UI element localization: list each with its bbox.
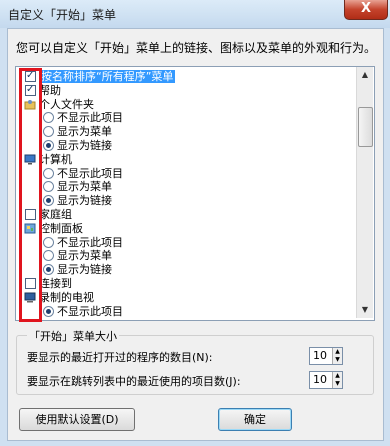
list-item[interactable]: 不显示此项目 <box>16 167 356 180</box>
stepper-down-icon[interactable]: ▼ <box>333 356 342 364</box>
radio-button[interactable] <box>43 236 54 248</box>
list-item[interactable]: 显示为链接 <box>16 139 356 152</box>
radio-button[interactable] <box>43 264 54 276</box>
radio-button[interactable] <box>43 305 54 317</box>
list-item-label: 控制面板 <box>39 221 83 235</box>
recent-programs-label: 要显示的最近打开过的程序的数目(N): <box>27 351 213 364</box>
highlight-annotation-box <box>19 68 42 322</box>
description-text: 您可以自定义「开始」菜单上的链接、图标以及菜单的外观和行为。 <box>16 41 377 55</box>
list-item-label: 不显示此项目 <box>57 304 123 318</box>
radio-button[interactable] <box>43 112 54 124</box>
list-item-label: 按名称排序“所有程序”菜单 <box>39 70 176 83</box>
list-item[interactable]: 不显示此项目 <box>16 236 356 249</box>
radio-button[interactable] <box>43 167 54 179</box>
jump-list-stepper[interactable]: 10 ▲ ▼ <box>309 371 343 389</box>
list-item[interactable]: 按名称排序“所有程序”菜单 <box>16 69 356 83</box>
list-item-label: 不显示此项目 <box>57 111 123 125</box>
list-item[interactable]: 不显示此项目 <box>16 305 356 318</box>
list-item[interactable]: 显示为菜单 <box>16 180 356 193</box>
list-item[interactable]: 录制的电视 <box>16 291 356 304</box>
radio-button[interactable] <box>43 140 54 151</box>
list-item[interactable]: 不显示此项目 <box>16 111 356 124</box>
ok-button[interactable]: 确定 <box>218 408 292 431</box>
list-item[interactable]: 连接到 <box>16 277 356 290</box>
stepper-down-icon[interactable]: ▼ <box>333 380 342 388</box>
radio-button[interactable] <box>43 195 54 207</box>
stepper-up-icon[interactable]: ▲ <box>333 372 342 380</box>
list-item-label: 不显示此项目 <box>57 166 123 180</box>
list-item-label: 显示为菜单 <box>57 180 112 194</box>
stepper-up-icon[interactable]: ▲ <box>333 348 342 356</box>
list-item[interactable]: 显示为菜单 <box>16 249 356 262</box>
radio-button[interactable] <box>43 181 54 193</box>
list-item[interactable]: 控制面板 <box>16 222 356 235</box>
list-item-label: 计算机 <box>39 152 72 166</box>
radio-button[interactable] <box>43 126 54 138</box>
list-item-label: 显示为链接 <box>57 194 112 208</box>
list-item[interactable]: 家庭组 <box>16 208 356 221</box>
start-menu-options-list[interactable]: 按名称排序“所有程序”菜单帮助个人文件夹不显示此项目显示为菜单显示为链接计算机不… <box>15 66 375 321</box>
list-item-label: 连接到 <box>39 277 72 290</box>
list-item[interactable]: 帮助 <box>16 83 356 97</box>
list-item-label: 显示为链接 <box>57 263 112 277</box>
radio-button[interactable] <box>43 250 54 262</box>
list-item[interactable]: 显示为菜单 <box>16 125 356 138</box>
title-bar: 自定义「开始」菜单 <box>0 0 390 28</box>
recent-programs-value: 10 <box>313 349 327 362</box>
close-button[interactable]: X <box>344 0 388 20</box>
list-item[interactable]: 个人文件夹 <box>16 98 356 111</box>
list-item-label: 显示为菜单 <box>57 125 112 139</box>
use-default-settings-button[interactable]: 使用默认设置(D) <box>19 408 135 431</box>
list-item[interactable]: 显示为链接 <box>16 194 356 207</box>
list-item-label: 帮助 <box>39 83 61 97</box>
scroll-down-icon[interactable]: ▼ <box>357 302 373 318</box>
list-item-label: 不显示此项目 <box>57 235 123 249</box>
list-item[interactable]: 显示为链接 <box>16 263 356 276</box>
list-item-label: 录制的电视 <box>39 290 94 304</box>
window-title: 自定义「开始」菜单 <box>8 8 117 22</box>
scroll-up-icon[interactable]: ▲ <box>357 67 373 83</box>
list-item-label: 显示为链接 <box>57 139 112 152</box>
list-scrollbar[interactable]: ▲ ▼ <box>356 67 373 318</box>
jump-list-value: 10 <box>313 373 327 386</box>
jump-list-label: 要显示在跳转列表中的最近使用的项目数(J): <box>27 375 241 388</box>
scroll-thumb[interactable] <box>358 107 373 147</box>
list-item-label: 显示为菜单 <box>57 249 112 263</box>
recent-programs-stepper[interactable]: 10 ▲ ▼ <box>309 347 343 365</box>
list-item-label: 个人文件夹 <box>39 97 94 111</box>
close-icon: X <box>360 1 372 16</box>
list-item-label: 家庭组 <box>39 208 72 221</box>
list-item[interactable]: 计算机 <box>16 153 356 166</box>
menu-size-group-title: 「开始」菜单大小 <box>27 328 119 344</box>
